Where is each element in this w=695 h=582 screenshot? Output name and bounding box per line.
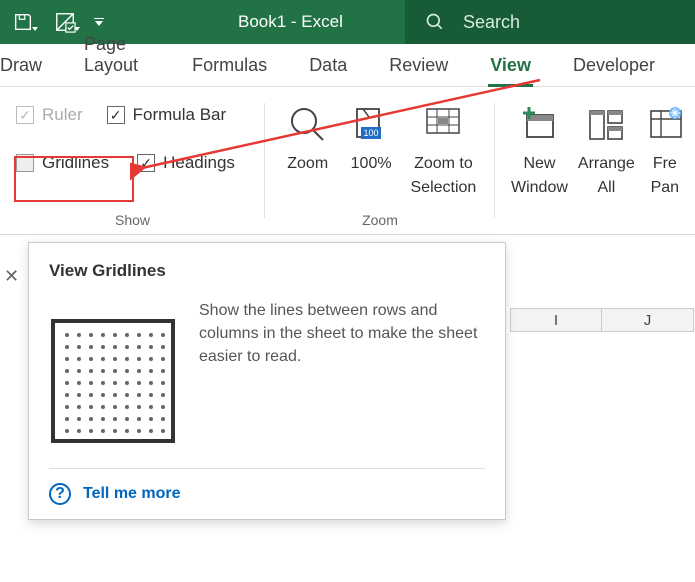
tab-review[interactable]: Review: [387, 45, 468, 86]
gridlines-label: Gridlines: [42, 153, 109, 173]
ruler-checkbox: ✓ Ruler: [16, 105, 83, 125]
svg-text:100: 100: [364, 128, 379, 138]
zoom-100-icon: 100: [351, 105, 391, 145]
autosave-icon: [12, 11, 34, 33]
tooltip-title: View Gridlines: [49, 261, 485, 281]
tooltip-divider: [49, 468, 485, 469]
formula-bar-label: Formula Bar: [133, 105, 227, 125]
group-label-zoom: Zoom: [281, 210, 479, 228]
headings-checkbox[interactable]: ✓ Headings: [137, 153, 235, 173]
zoom-label: Zoom: [287, 155, 328, 173]
search-bar[interactable]: Search: [405, 0, 695, 44]
zoom-to-selection-button[interactable]: Zoom to Selection: [408, 101, 479, 197]
tab-view[interactable]: View: [488, 45, 551, 86]
search-icon: [425, 12, 445, 32]
new-window-button[interactable]: New Window: [511, 101, 568, 197]
zoom-to-selection-label-1: Zoom to: [414, 155, 473, 173]
group-window: New Window Arrange All Fre Pan: [495, 87, 695, 234]
formula-bar-checkbox[interactable]: ✓ Formula Bar: [107, 105, 227, 125]
freeze-panes-label-2: Pan: [651, 179, 679, 197]
customize-line-icon: [94, 18, 104, 19]
touch-mode-button[interactable]: [48, 7, 82, 37]
tooltip-gridlines-icon: [49, 317, 177, 450]
ribbon-tabs: Draw Page Layout Formulas Data Review Vi…: [0, 44, 695, 87]
checkbox-icon: [16, 154, 34, 172]
tooltip-description: Show the lines between rows and columns …: [199, 299, 485, 369]
tell-me-more-link[interactable]: ? Tell me more: [49, 483, 485, 505]
gridlines-checkbox[interactable]: Gridlines: [16, 153, 109, 173]
zoom-100-button[interactable]: 100 100%: [344, 101, 397, 173]
column-header-i[interactable]: I: [510, 308, 602, 332]
arrange-all-button[interactable]: Arrange All: [578, 101, 635, 197]
tooltip-view-gridlines: View Gridlines Show the lines be: [28, 242, 506, 520]
tell-me-more-label: Tell me more: [83, 485, 181, 503]
zoom-button[interactable]: Zoom: [281, 101, 334, 173]
tab-draw[interactable]: Draw: [0, 45, 62, 86]
tab-page-layout[interactable]: Page Layout: [82, 24, 170, 86]
help-icon: ?: [49, 483, 71, 505]
new-window-label-2: Window: [511, 179, 568, 197]
arrange-all-label-1: Arrange: [578, 155, 635, 173]
group-label-show: Show: [16, 210, 249, 228]
new-window-icon: [519, 105, 559, 145]
group-zoom: Zoom 100 100% Zoom to Selection Zoom: [265, 87, 495, 234]
freeze-panes-button[interactable]: Fre Pan: [645, 101, 685, 197]
column-headers: I J: [510, 308, 694, 332]
checkbox-icon: ✓: [137, 154, 155, 172]
tab-developer[interactable]: Developer: [571, 45, 675, 86]
headings-label: Headings: [163, 153, 235, 173]
autosave-button[interactable]: [6, 7, 40, 37]
zoom-to-selection-label-2: Selection: [411, 179, 477, 197]
checkbox-icon: ✓: [16, 106, 34, 124]
arrange-all-label-2: All: [597, 179, 615, 197]
freeze-panes-icon: [645, 105, 685, 145]
touch-mode-icon: [54, 11, 76, 33]
checkbox-icon: ✓: [107, 106, 125, 124]
ruler-label: Ruler: [42, 105, 83, 125]
zoom-to-selection-icon: [423, 105, 463, 145]
group-label-window: [511, 210, 679, 228]
search-placeholder: Search: [463, 12, 520, 33]
tab-data[interactable]: Data: [307, 45, 367, 86]
tab-formulas[interactable]: Formulas: [190, 45, 287, 86]
new-window-label-1: New: [523, 155, 555, 173]
column-header-j[interactable]: J: [602, 308, 694, 332]
freeze-panes-label-1: Fre: [653, 155, 677, 173]
zoom-100-label: 100%: [351, 155, 392, 173]
cancel-formula-button[interactable]: ✕: [0, 262, 23, 291]
ribbon-body: ✓ Ruler ✓ Formula Bar Gridlines ✓ Headin…: [0, 87, 695, 235]
group-show: ✓ Ruler ✓ Formula Bar Gridlines ✓ Headin…: [0, 87, 265, 234]
arrange-all-icon: [586, 105, 626, 145]
window-title: Book1 - Excel: [238, 12, 343, 32]
zoom-icon: [288, 105, 328, 145]
